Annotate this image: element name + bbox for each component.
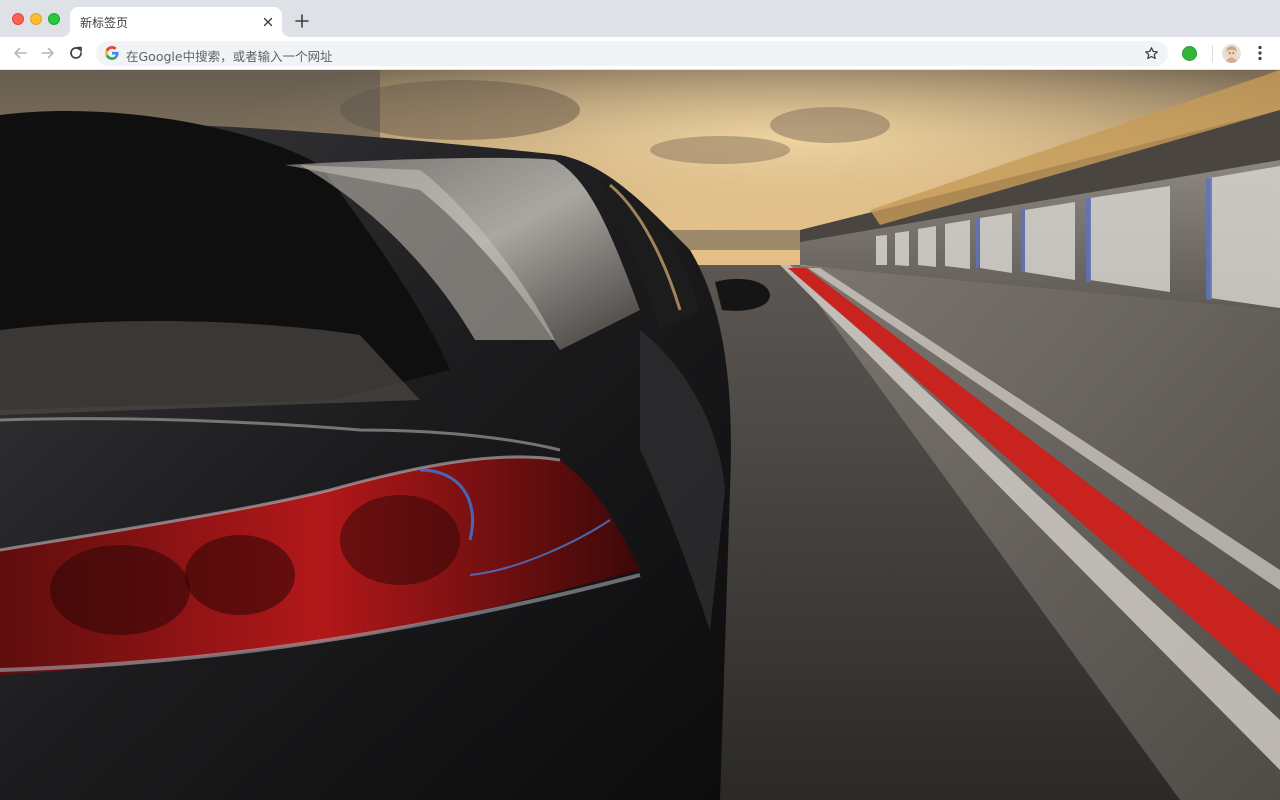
tab-new-tab[interactable]: 新标签页 <box>70 7 282 37</box>
window-maximize-button[interactable] <box>48 13 60 25</box>
forward-button[interactable] <box>37 42 59 64</box>
arrow-left-icon <box>14 47 27 59</box>
green-circle-extension-icon[interactable] <box>1182 46 1197 61</box>
new-tab-button[interactable] <box>292 11 312 31</box>
new-tab-background-image <box>0 70 1280 800</box>
tab-title: 新标签页 <box>80 16 129 30</box>
browser-window: 新标签页 在Google中搜索，或者输入一个网址 <box>0 0 1280 800</box>
vertical-dots-icon <box>1258 45 1262 61</box>
toolbar-divider <box>1212 45 1213 62</box>
window-close-button[interactable] <box>12 13 24 25</box>
omnibox-placeholder: 在Google中搜索，或者输入一个网址 <box>126 49 333 64</box>
menu-button[interactable] <box>1252 44 1268 62</box>
tab-strip: 新标签页 <box>0 0 1280 37</box>
reload-icon <box>70 46 82 59</box>
star-icon <box>1144 46 1158 59</box>
toolbar: 在Google中搜索，或者输入一个网址 <box>0 37 1280 70</box>
window-minimize-button[interactable] <box>30 13 42 25</box>
bookmark-button[interactable] <box>1142 44 1160 62</box>
omnibox[interactable]: 在Google中搜索，或者输入一个网址 <box>96 41 1168 66</box>
avatar-icon[interactable] <box>1222 44 1241 63</box>
close-icon[interactable] <box>260 14 276 30</box>
plus-icon <box>295 14 309 28</box>
google-g-icon <box>105 46 119 60</box>
reload-button[interactable] <box>65 42 87 64</box>
back-button[interactable] <box>9 42 31 64</box>
arrow-right-icon <box>41 47 54 59</box>
